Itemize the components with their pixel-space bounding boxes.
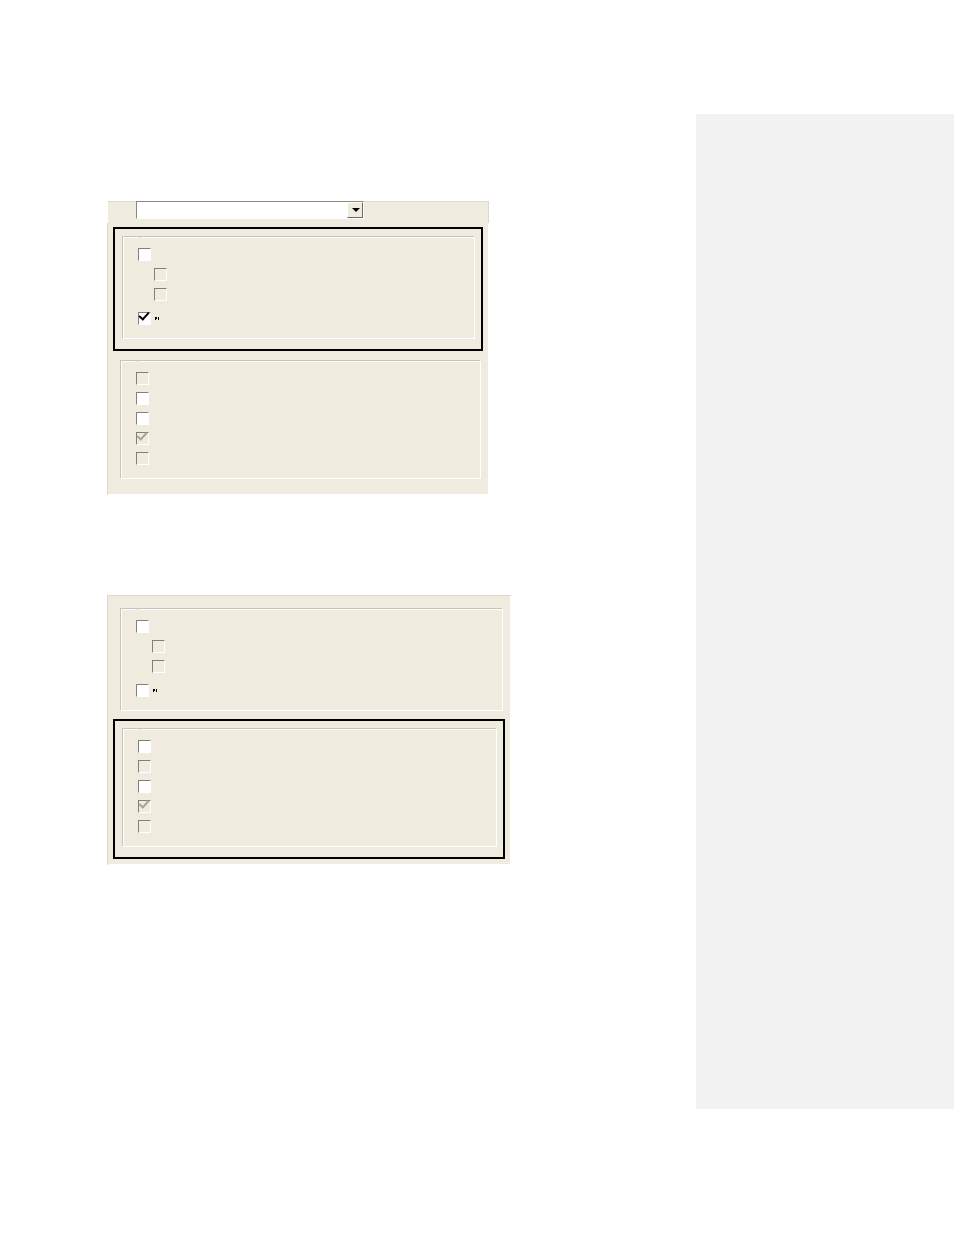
screenshot-options-emphasis-wrap <box>106 594 512 866</box>
rotate-back-checkbox-2 <box>138 760 151 773</box>
print-back-side-only-label <box>155 317 159 319</box>
options-group <box>121 361 481 479</box>
chevron-down-icon[interactable] <box>347 202 363 218</box>
screenshot-options-emphasis <box>106 594 512 866</box>
split-ribbon-checkbox <box>154 268 167 281</box>
print-back-side-only-label-2 <box>153 689 157 691</box>
dual-pass-checkbox <box>136 432 149 445</box>
disable-printing-checkbox-2[interactable] <box>138 780 151 793</box>
options-emphasis-border <box>113 719 505 859</box>
print-back-side-only-checkbox[interactable] <box>138 312 151 325</box>
print-back-side-only-checkbox-2[interactable] <box>136 684 149 697</box>
right-margin-column <box>696 114 954 1109</box>
rotate-front-checkbox <box>136 372 149 385</box>
disable-printing-checkbox[interactable] <box>136 412 149 425</box>
invert-fpanel-checkbox <box>136 452 149 465</box>
print-both-sides-checkbox[interactable] <box>138 248 151 261</box>
dual-pass-checkbox-2 <box>138 800 151 813</box>
rotate-back-checkbox[interactable] <box>136 392 149 405</box>
invert-fpanel-checkbox-2 <box>138 820 151 833</box>
dual-sided-emphasis-border <box>113 227 483 351</box>
top-dropdown[interactable] <box>136 201 364 219</box>
dropdown-row <box>107 201 489 223</box>
print-both-sides-checkbox-2[interactable] <box>136 620 149 633</box>
screenshot-dual-sided-emphasis <box>106 200 490 496</box>
dual-sided-group <box>123 237 475 339</box>
options-group-2 <box>123 729 497 847</box>
split-ribbon-checkbox-2 <box>152 640 165 653</box>
page-content <box>106 200 666 496</box>
print-back-on-front-checkbox-2 <box>152 660 165 673</box>
document-page <box>0 0 954 1235</box>
print-back-on-front-checkbox <box>154 288 167 301</box>
rotate-front-checkbox-2[interactable] <box>138 740 151 753</box>
dual-sided-group-2 <box>121 609 503 711</box>
